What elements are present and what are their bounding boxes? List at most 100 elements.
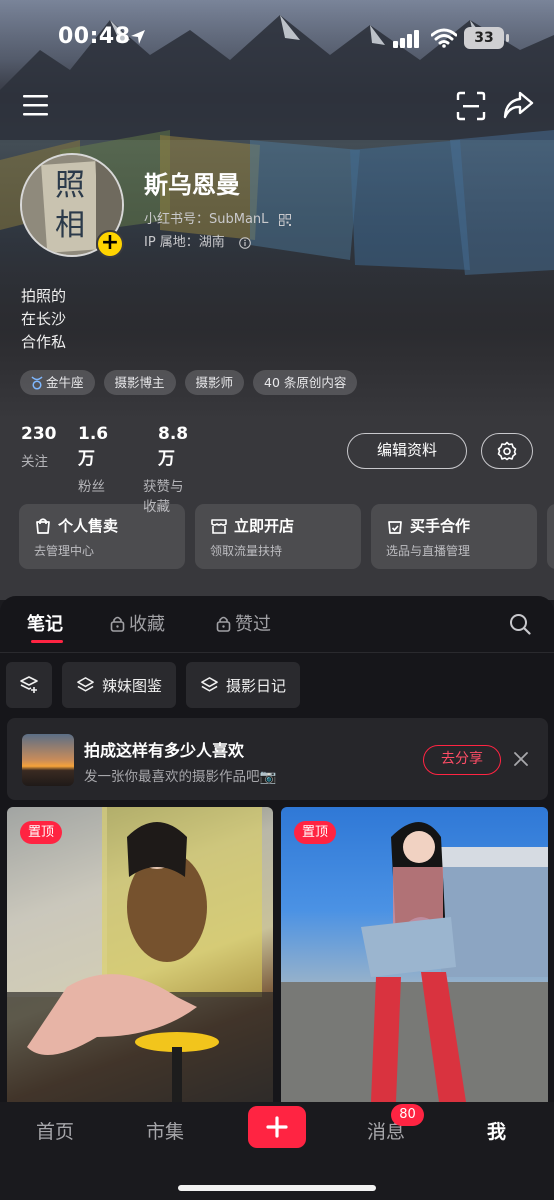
profile-id-row: 小红书号：SubManL xyxy=(144,208,291,227)
close-icon[interactable] xyxy=(514,752,528,766)
bag-icon xyxy=(36,517,50,534)
profile-ip-location: IP 属地：湖南 xyxy=(144,235,225,250)
card-subtitle: 选品与直播管理 xyxy=(386,544,471,558)
card-more[interactable] xyxy=(547,504,554,569)
stat-value: 8.8万 xyxy=(158,424,189,469)
note-card[interactable]: 置顶 xyxy=(7,807,273,1102)
profile-tabs: 笔记 收藏 赞过 xyxy=(0,610,554,650)
tag-zodiac[interactable]: 金牛座 xyxy=(20,370,95,395)
note-card[interactable]: 置顶 xyxy=(281,807,548,1102)
tag-label: 金牛座 xyxy=(46,375,84,390)
edit-profile-button[interactable]: 编辑资料 xyxy=(347,433,467,469)
search-icon[interactable] xyxy=(509,613,531,635)
note-cover-image xyxy=(7,807,273,1102)
bio-line: 拍照的 xyxy=(21,287,67,305)
promo-title: 拍成这样有多少人喜欢 xyxy=(84,741,245,760)
tag-item[interactable]: 摄影博主 xyxy=(103,370,176,395)
add-collection-icon xyxy=(20,676,38,693)
nav-home[interactable]: 首页 xyxy=(36,1117,74,1144)
home-indicator xyxy=(178,1185,376,1191)
taurus-icon xyxy=(31,375,43,390)
go-share-button[interactable]: 去分享 xyxy=(423,745,501,775)
stat-label: 关注 xyxy=(21,454,48,470)
bio-line: 在长沙 xyxy=(21,310,67,328)
layers-icon xyxy=(77,676,94,692)
share-prompt-banner: 拍成这样有多少人喜欢 发一张你最喜欢的摄影作品吧📷 去分享 xyxy=(7,718,548,800)
location-arrow-icon xyxy=(131,30,145,44)
tab-label: 收藏 xyxy=(129,614,165,635)
profile-bio: 拍照的 在长沙 合作私 xyxy=(21,285,66,354)
nav-market[interactable]: 市集 xyxy=(146,1117,184,1144)
handshake-icon xyxy=(388,520,402,534)
plus-icon xyxy=(266,1116,288,1138)
nav-me[interactable]: 我 xyxy=(487,1117,506,1144)
collection-chip-label: 摄影日记 xyxy=(226,676,287,695)
tab-liked[interactable]: 赞过 xyxy=(216,610,271,636)
status-bar: 00:48 33 xyxy=(0,22,554,58)
card-personal-sales[interactable]: 个人售卖 去管理中心 xyxy=(19,504,185,569)
stat-label: 粉丝 xyxy=(78,479,105,495)
profile-tags: 金牛座 摄影博主 摄影师 40 条原创内容 xyxy=(20,370,358,395)
avatar-sign-char-2: 相 xyxy=(55,208,85,243)
bio-line: 合作私 xyxy=(21,333,67,351)
battery-nub xyxy=(506,34,509,42)
gear-icon xyxy=(497,441,517,461)
bottom-navigation: 首页 市集 消息 80 我 xyxy=(0,1102,554,1200)
stat-value: 230 xyxy=(21,424,57,444)
tab-notes[interactable]: 笔记 xyxy=(27,610,63,636)
add-avatar-button[interactable]: + xyxy=(96,230,124,258)
battery-indicator: 33 xyxy=(464,27,504,49)
tag-item[interactable]: 40 条原创内容 xyxy=(253,370,358,395)
menu-icon[interactable] xyxy=(22,93,50,117)
collection-chip-label: 辣妹图鉴 xyxy=(102,676,163,695)
tabs-divider xyxy=(0,652,554,653)
sunset-thumbnail xyxy=(22,734,74,786)
avatar-sign-char-1: 照 xyxy=(55,168,85,203)
collection-chip[interactable]: 摄影日记 xyxy=(186,662,301,708)
share-icon[interactable] xyxy=(502,90,534,120)
active-tab-indicator xyxy=(31,640,63,643)
lock-icon xyxy=(216,616,231,632)
cellular-signal-icon xyxy=(393,30,419,48)
pinned-badge: 置顶 xyxy=(294,821,337,844)
collection-chips: 辣妹图鉴 摄影日记 xyxy=(6,662,301,708)
qr-code-icon[interactable] xyxy=(278,213,291,226)
lock-icon xyxy=(110,616,125,632)
profile-name: 斯乌恩曼 xyxy=(144,171,240,199)
card-open-store[interactable]: 立即开店 领取流量扶持 xyxy=(195,504,361,569)
stat-following[interactable]: 230 关注 xyxy=(21,424,57,470)
promo-subtitle: 发一张你最喜欢的摄影作品吧📷 xyxy=(84,769,277,785)
tab-label: 笔记 xyxy=(27,614,63,635)
settings-button[interactable] xyxy=(481,433,533,469)
tab-collections[interactable]: 收藏 xyxy=(110,610,165,636)
scan-icon[interactable] xyxy=(456,91,486,121)
card-title: 买手合作 xyxy=(410,517,471,535)
stat-followers[interactable]: 1.6万 粉丝 xyxy=(78,424,108,495)
creator-cards: 个人售卖 去管理中心 立即开店 领取流量扶持 买手合作 选品与直播管理 xyxy=(19,504,554,569)
new-collection-button[interactable] xyxy=(6,662,52,708)
status-time: 00:48 xyxy=(58,24,131,49)
profile-ip-row: IP 属地：湖南 xyxy=(144,231,251,250)
tab-label: 赞过 xyxy=(235,614,271,635)
publish-button[interactable] xyxy=(248,1106,306,1148)
store-icon xyxy=(211,518,227,534)
card-title-row: 买手合作 xyxy=(386,515,537,536)
card-title-row: 个人售卖 xyxy=(34,515,185,536)
info-icon[interactable] xyxy=(239,236,251,249)
card-buyer-partnership[interactable]: 买手合作 选品与直播管理 xyxy=(371,504,537,569)
wifi-icon xyxy=(431,28,457,48)
card-subtitle: 去管理中心 xyxy=(34,544,95,558)
card-title: 个人售卖 xyxy=(58,517,119,535)
card-title: 立即开店 xyxy=(234,517,295,535)
pinned-badge: 置顶 xyxy=(20,821,63,844)
collection-chip[interactable]: 辣妹图鉴 xyxy=(62,662,177,708)
layers-icon xyxy=(201,676,218,692)
note-cover-image xyxy=(281,822,548,1102)
card-title-row: 立即开店 xyxy=(210,515,361,536)
card-subtitle: 领取流量扶持 xyxy=(210,544,283,558)
stat-value: 1.6万 xyxy=(78,424,109,469)
tag-item[interactable]: 摄影师 xyxy=(184,370,245,395)
messages-badge: 80 xyxy=(391,1104,424,1126)
profile-id: 小红书号：SubManL xyxy=(144,212,269,227)
stat-likes-collects[interactable]: 8.8万 获赞与收藏 xyxy=(143,424,188,515)
